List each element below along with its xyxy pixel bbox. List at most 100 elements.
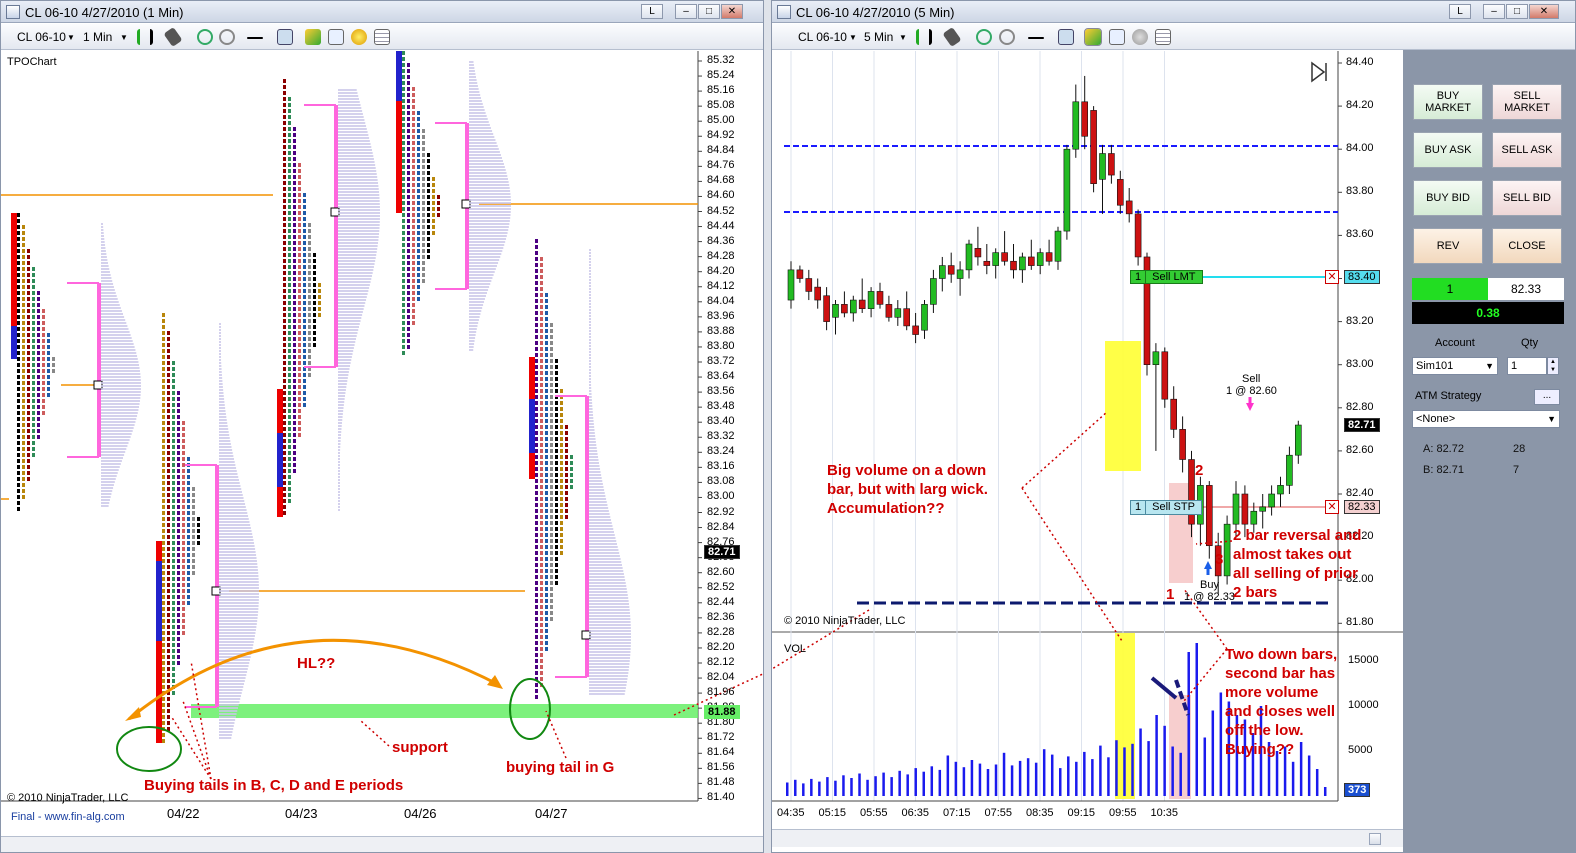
- buy-bid-button[interactable]: BUY BID: [1413, 180, 1483, 216]
- tpo-letter: [402, 327, 405, 331]
- horizontal-scrollbar[interactable]: [1, 836, 763, 852]
- cancel-order-icon[interactable]: ✕: [1325, 270, 1339, 284]
- link-button[interactable]: L: [1449, 4, 1471, 19]
- tpo-letter: [167, 421, 170, 425]
- tpo-letter: [167, 379, 170, 383]
- tpo-letter: [293, 373, 296, 377]
- tpo-letter: [17, 447, 20, 451]
- tpo-letter: [177, 469, 180, 473]
- tpo-letter: [402, 147, 405, 151]
- tpo-letter: [402, 255, 405, 259]
- tpo-letter: [540, 353, 543, 357]
- tpo-letter: [182, 613, 185, 617]
- atm-options-button[interactable]: ...: [1534, 389, 1560, 405]
- tpo-letter: [535, 485, 538, 489]
- tpo-letter: [177, 529, 180, 533]
- tpo-letter: [555, 461, 558, 465]
- buy-ask-button[interactable]: BUY ASK: [1413, 132, 1483, 168]
- tpo-letter: [427, 237, 430, 241]
- tpo-letter: [172, 463, 175, 467]
- volume-profile-bar: [589, 414, 594, 416]
- cancel-order-icon[interactable]: ✕: [1325, 500, 1339, 514]
- tpo-letter: [192, 571, 195, 575]
- tpo-letter: [283, 469, 286, 473]
- tpo-letter: [167, 409, 170, 413]
- tpo-letter: [298, 355, 301, 359]
- atm-strategy-dropdown[interactable]: <None> ▼: [1412, 410, 1560, 428]
- volume-bar: [1163, 725, 1166, 796]
- buy-market-button[interactable]: BUY MARKET: [1413, 84, 1483, 120]
- tpo-letter: [298, 397, 301, 401]
- volume-profile-bar: [101, 235, 104, 237]
- volume-profile-bar: [101, 283, 114, 285]
- tpo-letter: [37, 429, 40, 433]
- volume-profile-bar: [469, 274, 494, 276]
- scrollbar-thumb[interactable]: [1369, 833, 1381, 845]
- tpo-letter: [37, 375, 40, 379]
- close-position-button[interactable]: CLOSE: [1492, 228, 1562, 264]
- quantity-field[interactable]: 1: [1507, 357, 1547, 375]
- maximize-icon[interactable]: □: [1506, 4, 1528, 19]
- volume-profile-bar: [338, 113, 363, 115]
- tpo-letter: [32, 303, 35, 307]
- volume-profile-bar: [219, 356, 221, 358]
- account-dropdown[interactable]: Sim101 ▼: [1412, 357, 1498, 375]
- footer-link[interactable]: Final - www.fin-alg.com: [11, 811, 125, 823]
- tpo-letter: [402, 249, 405, 253]
- tpo-letter: [177, 439, 180, 443]
- price-tick-label: 83.00: [707, 490, 735, 503]
- tpo-letter: [283, 163, 286, 167]
- volume-profile-bar: [338, 155, 374, 157]
- tpo-letter: [172, 571, 175, 575]
- tpo-letter: [308, 337, 311, 341]
- tpo-letter: [172, 385, 175, 389]
- tpo-chart-canvas[interactable]: [1, 1, 764, 853]
- volume-profile-bar: [219, 401, 225, 403]
- tpo-letter: [560, 443, 563, 447]
- volume-profile-bar: [219, 332, 221, 334]
- volume-profile-bar: [338, 197, 380, 199]
- tpo-letter: [412, 225, 415, 229]
- tpo-letter: [187, 499, 190, 503]
- tpo-letter: [545, 521, 548, 525]
- volume-profile-bar: [219, 404, 225, 406]
- sell-ask-button[interactable]: SELL ASK: [1492, 132, 1562, 168]
- volume-bar: [882, 772, 885, 796]
- tpo-letter: [27, 423, 30, 427]
- sell-stop-order[interactable]: 1 Sell STP: [1130, 500, 1202, 515]
- reverse-button[interactable]: REV: [1413, 228, 1483, 264]
- horizontal-scrollbar[interactable]: [772, 829, 1403, 847]
- tpo-letter: [545, 371, 548, 375]
- sell-bid-button[interactable]: SELL BID: [1492, 180, 1562, 216]
- tpo-letter: [293, 319, 296, 323]
- sell-market-button[interactable]: SELL MARKET: [1492, 84, 1562, 120]
- tpo-letter: [293, 415, 296, 419]
- tpo-letter: [407, 201, 410, 205]
- tpo-letter: [37, 327, 40, 331]
- sell-limit-order[interactable]: 1 Sell LMT: [1130, 270, 1203, 284]
- tpo-letter: [422, 153, 425, 157]
- volume-profile-bar: [589, 255, 591, 257]
- quantity-stepper[interactable]: ▲ ▼: [1547, 357, 1559, 375]
- tpo-letter: [22, 321, 25, 325]
- tpo-letter: [172, 523, 175, 527]
- tpo-letter: [308, 373, 311, 377]
- tpo-letter: [283, 307, 286, 311]
- tpo-letter: [182, 589, 185, 593]
- tpo-letter: [17, 381, 20, 385]
- price-tick-label: 83.96: [707, 309, 735, 322]
- volume-profile-bar: [101, 223, 103, 225]
- minimize-icon[interactable]: –: [1483, 4, 1505, 19]
- volume-profile-bar: [338, 509, 340, 511]
- tpo-letter: [555, 437, 558, 441]
- tpo-letter: [555, 521, 558, 525]
- tpo-letter: [565, 497, 568, 501]
- tpo-letter: [47, 375, 50, 379]
- close-icon[interactable]: ✕: [1529, 4, 1559, 19]
- tpo-letter: [288, 139, 291, 143]
- volume-profile-bar: [469, 247, 504, 249]
- tpo-letter: [192, 493, 195, 497]
- tpo-letter: [162, 697, 165, 701]
- tpo-letter: [535, 611, 538, 615]
- tpo-letter: [560, 467, 563, 471]
